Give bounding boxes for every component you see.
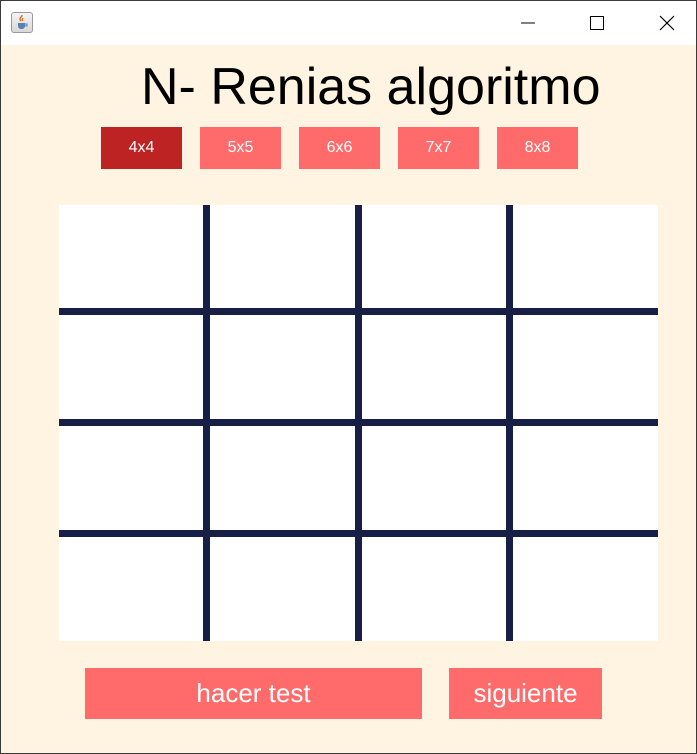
page-title: N- Renias algoritmo (141, 58, 601, 116)
size-button-4x4[interactable]: 4x4 (101, 127, 182, 169)
minimize-icon[interactable] (505, 1, 551, 45)
maximize-icon[interactable] (574, 1, 620, 45)
board-grid-line (59, 308, 658, 315)
chess-board[interactable] (59, 205, 658, 641)
title-bar[interactable] (1, 1, 696, 45)
size-button-8x8[interactable]: 8x8 (497, 127, 578, 169)
size-button-7x7[interactable]: 7x7 (398, 127, 479, 169)
size-button-5x5[interactable]: 5x5 (200, 127, 281, 169)
board-grid-line (59, 530, 658, 537)
java-cup-icon[interactable] (11, 12, 33, 33)
close-icon[interactable] (644, 1, 690, 45)
size-button-6x6[interactable]: 6x6 (299, 127, 380, 169)
board-grid-line (59, 419, 658, 426)
run-test-button[interactable]: hacer test (85, 668, 422, 719)
app-window: N- Renias algoritmo 4x4 5x5 6x6 7x7 8x8 … (0, 0, 697, 754)
next-button[interactable]: siguiente (449, 668, 602, 719)
